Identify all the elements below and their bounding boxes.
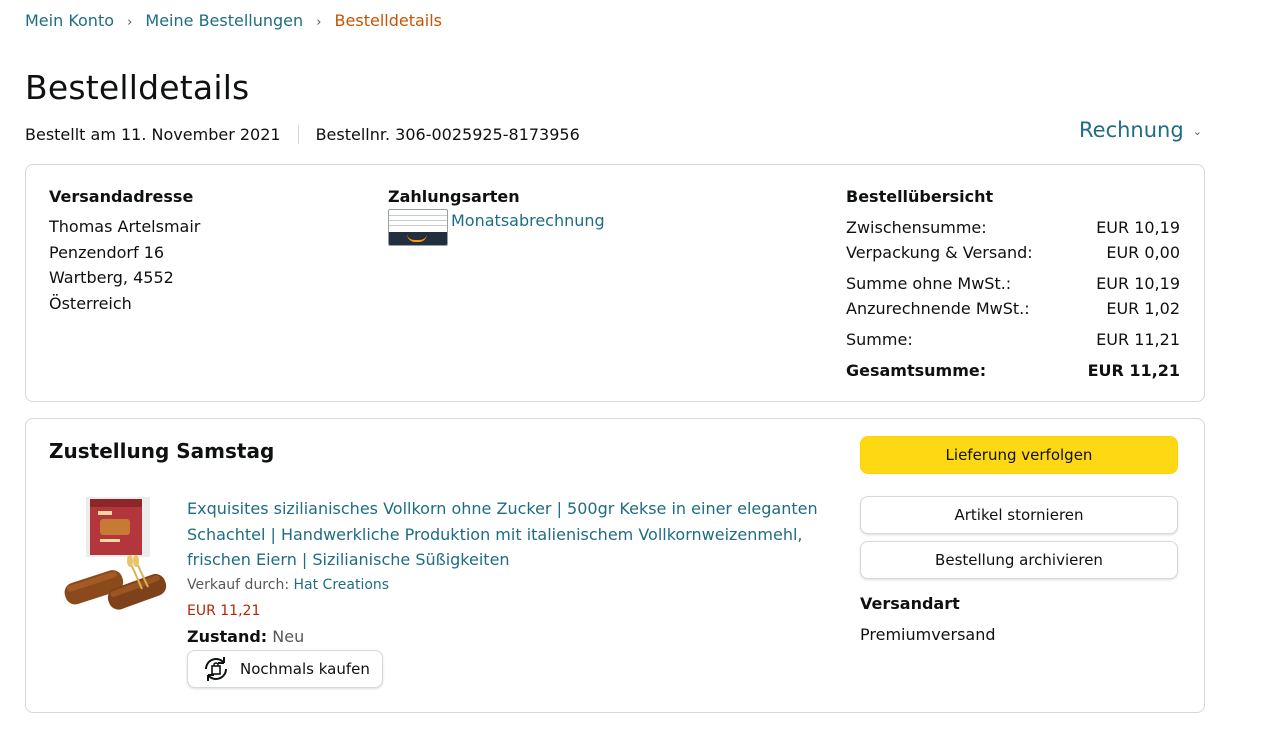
summary-label: Summe: [846, 330, 913, 349]
address-line: Penzendorf 16 [49, 242, 165, 262]
buy-again-icon [205, 657, 227, 681]
breadcrumb-link-my-orders[interactable]: Meine Bestellungen [145, 11, 303, 30]
invoice-dropdown[interactable]: Rechnung ⌄ [1079, 118, 1202, 142]
summary-label: Anzurechnende MwSt.: [846, 299, 1030, 318]
summary-total-value: EUR 11,21 [1087, 361, 1180, 380]
page-title: Bestelldetails [25, 68, 250, 107]
seller-info: Verkauf durch: Hat Creations [187, 577, 389, 593]
summary-label: Zwischensumme: [846, 218, 987, 237]
summary-value: EUR 10,19 [1096, 274, 1180, 293]
address-line: Wartberg, 4552 [49, 268, 174, 287]
shipping-type-label: Versandart [860, 594, 960, 613]
summary-value: EUR 0,00 [1106, 243, 1180, 262]
seller-link[interactable]: Hat Creations [294, 577, 390, 593]
seller-label: Verkauf durch: [187, 577, 290, 593]
breadcrumb: Mein Konto › Meine Bestellungen › Bestel… [25, 11, 442, 30]
delivery-title: Zustellung Samstag [49, 439, 275, 463]
invoice-label[interactable]: Rechnung [1079, 118, 1184, 142]
shipping-address-title: Versandadresse [49, 187, 194, 206]
summary-value: EUR 1,02 [1106, 299, 1180, 318]
meta-divider [297, 125, 299, 144]
order-number: Bestellnr. 306-0025925-8173956 [315, 125, 580, 144]
condition-label: Zustand: [187, 627, 268, 646]
summary-row-vat: Anzurechnende MwSt.: EUR 1,02 [846, 299, 1180, 318]
cancel-item-button[interactable]: Artikel stornieren [860, 496, 1178, 534]
summary-label: Summe ohne MwSt.: [846, 274, 1012, 293]
order-info-panel: Versandadresse Thomas Artelsmair Penzend… [25, 164, 1205, 402]
product-image[interactable] [58, 497, 170, 611]
address-line: Österreich [49, 293, 132, 313]
buy-again-button[interactable]: Nochmals kaufen [187, 650, 383, 688]
payment-card-icon [388, 209, 448, 246]
summary-title: Bestellübersicht [846, 187, 994, 206]
address-line: Thomas Artelsmair [49, 217, 201, 236]
shipping-address: Thomas Artelsmair Penzendorf 16 Wartberg… [49, 214, 200, 316]
breadcrumb-separator: › [316, 15, 322, 30]
breadcrumb-link-my-account[interactable]: Mein Konto [25, 11, 114, 30]
summary-row-subtotal: Zwischensumme: EUR 10,19 [846, 218, 1180, 237]
product-title-link[interactable]: Exquisites sizilianisches Vollkorn ohne … [187, 496, 837, 573]
summary-row-sum: Summe: EUR 11,21 [846, 330, 1180, 349]
archive-order-button[interactable]: Bestellung archivieren [860, 541, 1178, 579]
condition-value: Neu [272, 627, 305, 646]
summary-row-net: Summe ohne MwSt.: EUR 10,19 [846, 274, 1180, 293]
summary-label: Verpackung & Versand: [846, 243, 1033, 262]
buy-again-label: Nochmals kaufen [240, 660, 370, 678]
summary-row-shipping: Verpackung & Versand: EUR 0,00 [846, 243, 1180, 262]
product-price: EUR 11,21 [187, 603, 261, 619]
breadcrumb-current: Bestelldetails [334, 11, 443, 30]
delivery-panel: Zustellung Samstag Exquisites sizilianis… [25, 418, 1205, 713]
order-meta: Bestellt am 11. November 2021 Bestellnr.… [25, 125, 580, 144]
shipping-type-value: Premiumversand [860, 625, 996, 644]
payment-title: Zahlungsarten [388, 187, 520, 206]
order-date: Bestellt am 11. November 2021 [25, 125, 281, 144]
summary-total-label: Gesamtsumme: [846, 361, 987, 380]
chevron-down-icon: ⌄ [1192, 125, 1202, 138]
track-delivery-button[interactable]: Lieferung verfolgen [860, 436, 1178, 474]
summary-value: EUR 11,21 [1096, 330, 1180, 349]
product-condition: Zustand: Neu [187, 627, 304, 646]
payment-method-link[interactable]: Monatsabrechnung [451, 211, 605, 230]
summary-value: EUR 10,19 [1096, 218, 1180, 237]
breadcrumb-separator: › [127, 15, 133, 30]
summary-row-total: Gesamtsumme: EUR 11,21 [846, 361, 1180, 380]
